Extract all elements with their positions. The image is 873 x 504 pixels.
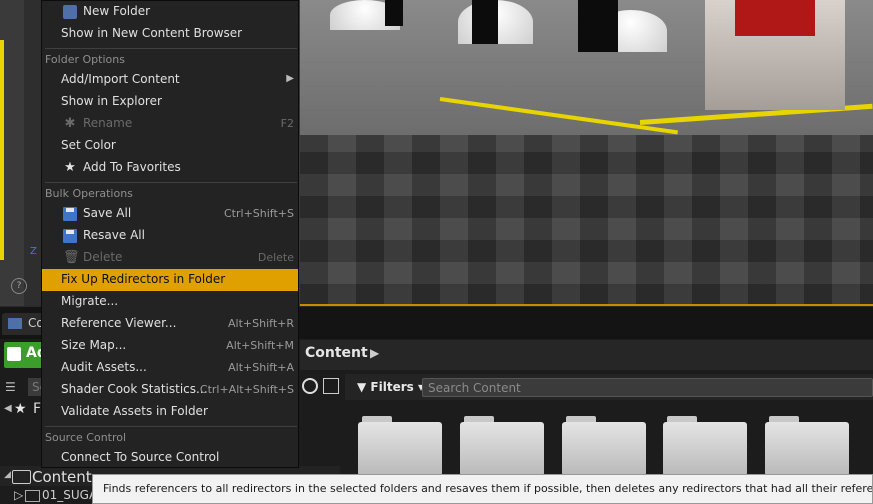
menu-section-header: Folder Options	[45, 53, 125, 66]
menu-shortcut: Delete	[257, 251, 294, 264]
submenu-arrow-icon: ▶	[286, 73, 294, 84]
menu-item-label: Migrate...	[61, 294, 119, 308]
menu-separator	[45, 426, 297, 427]
menu-item-label: Delete	[83, 250, 123, 264]
menu-shortcut: Ctrl+Shift+S	[224, 207, 294, 220]
content-browser-icon	[8, 318, 22, 329]
axis-gizmo-z: Z	[30, 246, 37, 257]
menu-section-header: Bulk Operations	[45, 187, 133, 200]
menu-item-new-folder[interactable]: New Folder	[42, 1, 298, 23]
tooltip: Finds referencers to all redirectors in …	[92, 474, 873, 504]
menu-shortcut: Alt+Shift+A	[228, 361, 294, 374]
character-figure	[385, 0, 403, 26]
folder-icon[interactable]	[460, 416, 544, 476]
menu-item-rename: ✱ Rename F2	[42, 113, 298, 135]
menu-item-add-to-favorites[interactable]: ★ Add To Favorites	[42, 157, 298, 179]
filters-label: Filters	[370, 380, 414, 394]
trash-icon: 🗑	[63, 250, 80, 265]
menu-separator	[45, 48, 297, 49]
menu-item-fix-up-redirectors[interactable]: Fix Up Redirectors in Folder	[42, 269, 298, 291]
view-options-icon[interactable]	[323, 378, 339, 394]
search-content-input[interactable]: Search Content	[422, 378, 873, 397]
folder-icon[interactable]	[562, 416, 646, 476]
menu-shortcut: Ctrl+Alt+Shift+S	[199, 383, 294, 396]
menu-item-label: Rename	[83, 116, 133, 130]
menu-item-label: Reference Viewer...	[61, 316, 177, 330]
save-icon	[63, 229, 77, 243]
menu-item-label: Resave All	[83, 228, 145, 242]
menu-item-label: Size Map...	[61, 338, 127, 352]
folder-context-menu: New Folder Show in New Content Browser F…	[41, 0, 299, 468]
star-icon: ★	[64, 160, 76, 175]
kiosk-red-panel	[735, 0, 815, 36]
search-icon[interactable]	[302, 378, 318, 394]
asset-grid	[350, 402, 873, 476]
collapse-arrow-icon[interactable]: ◀	[4, 403, 12, 414]
menu-item-label: New Folder	[83, 4, 151, 18]
favorites-star-icon: ★	[14, 401, 27, 417]
menu-item-label: Fix Up Redirectors in Folder	[61, 272, 226, 286]
menu-item-save-all[interactable]: Save All Ctrl+Shift+S	[42, 203, 298, 225]
menu-item-audit-assets[interactable]: Audit Assets... Alt+Shift+A	[42, 357, 298, 379]
filter-funnel-icon: ▼	[357, 380, 367, 394]
breadcrumb-content[interactable]: Content	[305, 345, 368, 361]
menu-item-shader-cook-statistics[interactable]: Shader Cook Statistics... Ctrl+Alt+Shift…	[42, 379, 298, 401]
folder-icon	[25, 490, 40, 502]
menu-item-label: Save All	[83, 206, 132, 220]
menu-item-label: Show in New Content Browser	[61, 26, 243, 40]
menu-item-label: Validate Assets in Folder	[61, 404, 208, 418]
menu-item-connect-to-source-control[interactable]: Connect To Source Control	[42, 447, 298, 469]
menu-shortcut: F2	[280, 117, 294, 130]
menu-item-delete: 🗑 Delete Delete	[42, 247, 298, 269]
expand-arrow-icon[interactable]: ▷	[14, 488, 23, 502]
tree-item-01-suga[interactable]: 01_SUGA	[42, 488, 97, 502]
character-figure	[472, 0, 498, 44]
folder-icon[interactable]	[358, 416, 442, 476]
character-figure	[578, 0, 618, 52]
menu-item-label: Add To Favorites	[83, 160, 181, 174]
menu-section-header: Source Control	[45, 431, 127, 444]
help-icon[interactable]: ?	[11, 278, 27, 294]
menu-item-show-in-explorer[interactable]: Show in Explorer	[42, 91, 298, 113]
tree-item-content-label: Content	[32, 468, 92, 486]
menu-item-reference-viewer[interactable]: Reference Viewer... Alt+Shift+R	[42, 313, 298, 335]
add-icon	[7, 347, 21, 361]
menu-item-label: Audit Assets...	[61, 360, 147, 374]
menu-item-label: Show in Explorer	[61, 94, 162, 108]
menu-item-show-in-new-content-browser[interactable]: Show in New Content Browser	[42, 23, 298, 45]
menu-item-label: Set Color	[61, 138, 116, 152]
chevron-right-icon[interactable]: ▶	[370, 346, 379, 360]
folder-icon[interactable]	[663, 416, 747, 476]
menu-item-resave-all[interactable]: Resave All	[42, 225, 298, 247]
collapse-arrow-icon[interactable]: ◢	[4, 470, 11, 480]
yellow-line	[0, 40, 4, 260]
menu-shortcut: Alt+Shift+R	[228, 317, 294, 330]
viewport-floor-side	[300, 135, 873, 306]
menu-item-label: Shader Cook Statistics...	[61, 382, 208, 396]
filter-list-icon[interactable]: ☰	[5, 380, 16, 394]
rename-icon: ✱	[64, 116, 76, 131]
menu-item-label: Connect To Source Control	[61, 450, 220, 464]
menu-item-validate-assets[interactable]: Validate Assets in Folder	[42, 401, 298, 423]
menu-item-set-color[interactable]: Set Color	[42, 135, 298, 157]
menu-item-add-import-content[interactable]: Add/Import Content ▶	[42, 69, 298, 91]
folder-icon	[12, 470, 31, 484]
menu-item-size-map[interactable]: Size Map... Alt+Shift+M	[42, 335, 298, 357]
menu-item-label: Add/Import Content	[61, 72, 180, 86]
save-icon	[63, 207, 77, 221]
favorites-label[interactable]: F	[33, 401, 41, 417]
new-folder-icon	[63, 5, 77, 19]
filters-button[interactable]: ▼ Filters ▾	[357, 380, 424, 394]
menu-item-migrate[interactable]: Migrate...	[42, 291, 298, 313]
menu-separator	[45, 182, 297, 183]
folder-icon[interactable]	[765, 416, 849, 476]
breadcrumb	[300, 340, 873, 370]
menu-shortcut: Alt+Shift+M	[226, 339, 294, 352]
